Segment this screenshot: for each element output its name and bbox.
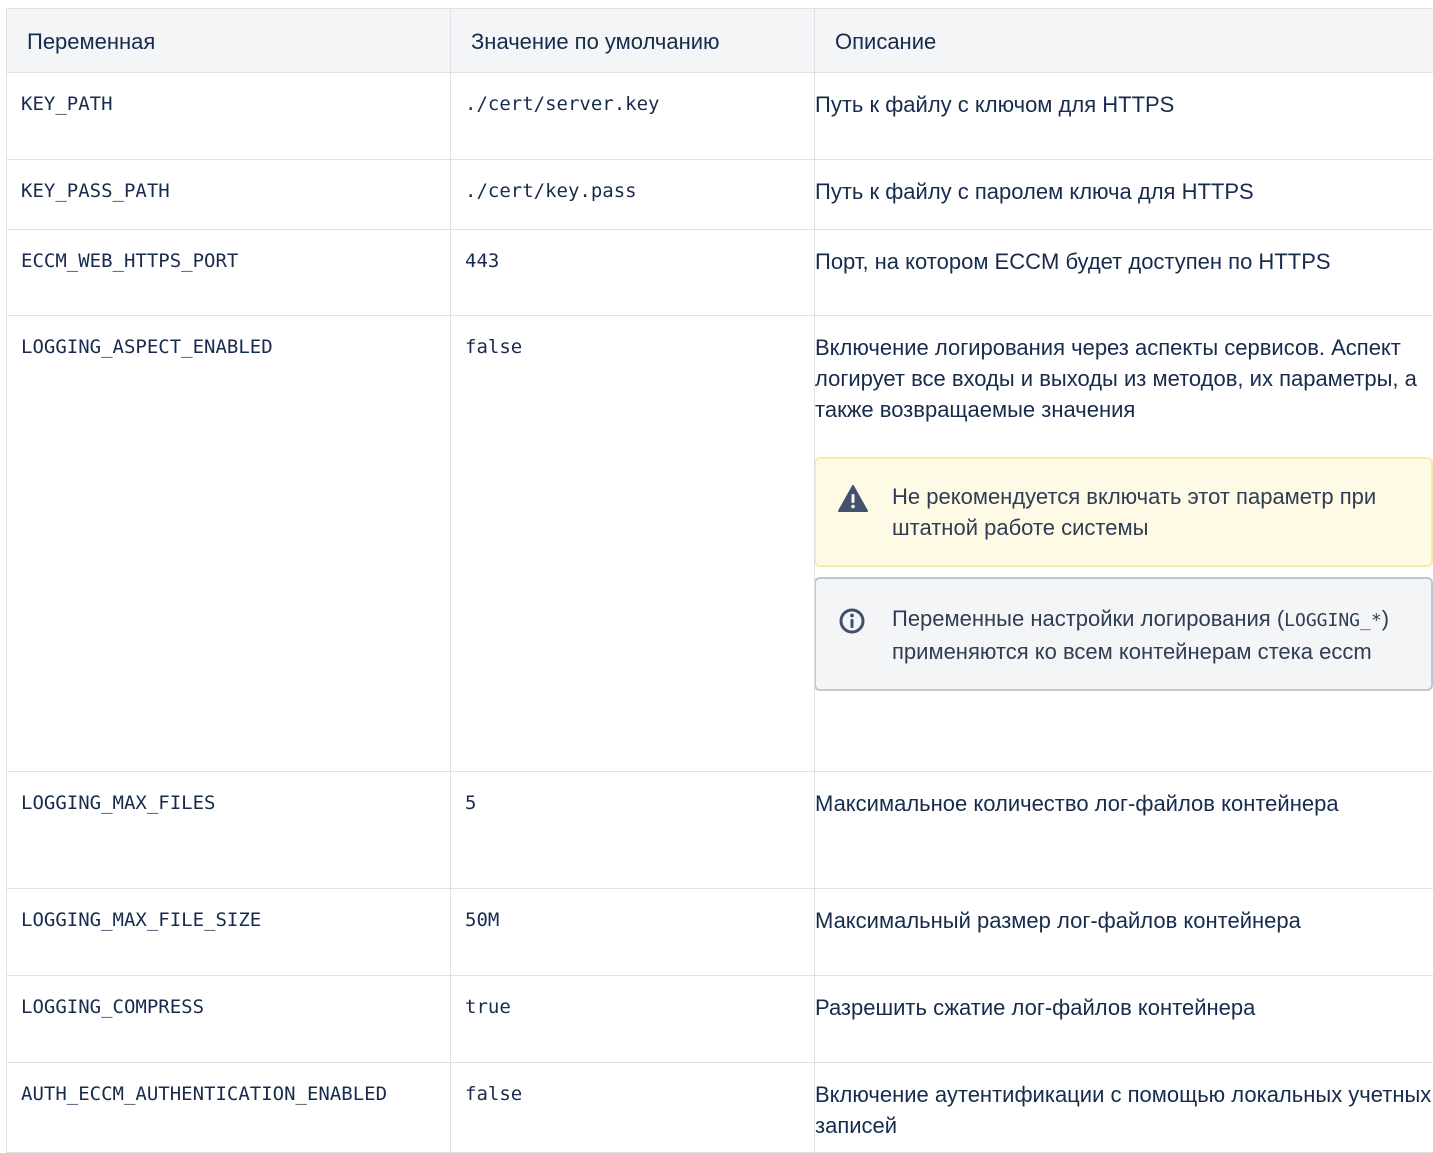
variable-name: ECCM_WEB_HTTPS_PORT	[7, 230, 450, 277]
info-circle-icon	[838, 603, 872, 643]
description-text: Максимальное количество лог-файлов конте…	[815, 772, 1433, 819]
header-default-value: Значение по умолчанию	[451, 9, 815, 73]
default-value: ./cert/server.key	[451, 73, 814, 120]
table-row: LOGGING_MAX_FILES 5 Максимальное количес…	[7, 772, 1433, 889]
table-row: LOGGING_ASPECT_ENABLED false Включение л…	[7, 316, 1433, 772]
variables-table: Переменная Значение по умолчанию Описани…	[6, 8, 1433, 1153]
default-value: 5	[451, 772, 814, 819]
header-variable: Переменная	[7, 9, 451, 73]
description-text: Разрешить сжатие лог-файлов контейнера	[815, 976, 1433, 1023]
table-header-row: Переменная Значение по умолчанию Описани…	[7, 9, 1433, 73]
default-value: 50M	[451, 889, 814, 936]
default-value: false	[451, 316, 814, 363]
table-row: AUTH_ECCM_AUTHENTICATION_ENABLED false В…	[7, 1063, 1433, 1153]
description-text: Путь к файлу с паролем ключа для HTTPS	[815, 160, 1433, 207]
variable-name: LOGGING_ASPECT_ENABLED	[7, 316, 450, 363]
warning-panel: Не рекомендуется включать этот параметр …	[814, 457, 1433, 567]
inline-code: LOGGING_*	[1284, 610, 1382, 631]
variable-name: AUTH_ECCM_AUTHENTICATION_ENABLED	[7, 1063, 450, 1110]
description-text: Включение логирования через аспекты серв…	[815, 316, 1433, 425]
default-value: true	[451, 976, 814, 1023]
table-row: ECCM_WEB_HTTPS_PORT 443 Порт, на котором…	[7, 230, 1433, 316]
variable-name: KEY_PATH	[7, 73, 450, 120]
default-value: false	[451, 1063, 814, 1110]
table-row: KEY_PASS_PATH ./cert/key.pass Путь к фай…	[7, 160, 1433, 230]
warning-text: Не рекомендуется включать этот параметр …	[892, 481, 1421, 543]
table-row: LOGGING_MAX_FILE_SIZE 50M Максимальный р…	[7, 889, 1433, 976]
info-text-before: Переменные настройки логирования (	[892, 606, 1284, 631]
table-row: LOGGING_COMPRESS true Разрешить сжатие л…	[7, 976, 1433, 1063]
info-text: Переменные настройки логирования (LOGGIN…	[892, 603, 1421, 667]
default-value: ./cert/key.pass	[451, 160, 814, 207]
info-panel: Переменные настройки логирования (LOGGIN…	[814, 577, 1433, 691]
variable-name: LOGGING_MAX_FILES	[7, 772, 450, 819]
description-text: Максимальный размер лог-файлов контейнер…	[815, 889, 1433, 936]
variable-name: KEY_PASS_PATH	[7, 160, 450, 207]
description-text: Путь к файлу с ключом для HTTPS	[815, 73, 1433, 120]
default-value: 443	[451, 230, 814, 277]
description-text: Включение аутентификации с помощью локал…	[815, 1063, 1433, 1141]
description-text: Порт, на котором ECCM будет доступен по …	[815, 230, 1433, 277]
variable-name: LOGGING_MAX_FILE_SIZE	[7, 889, 450, 936]
variable-name: LOGGING_COMPRESS	[7, 976, 450, 1023]
header-description: Описание	[815, 9, 1433, 73]
table-row: KEY_PATH ./cert/server.key Путь к файлу …	[7, 73, 1433, 160]
warning-triangle-icon	[838, 481, 872, 520]
